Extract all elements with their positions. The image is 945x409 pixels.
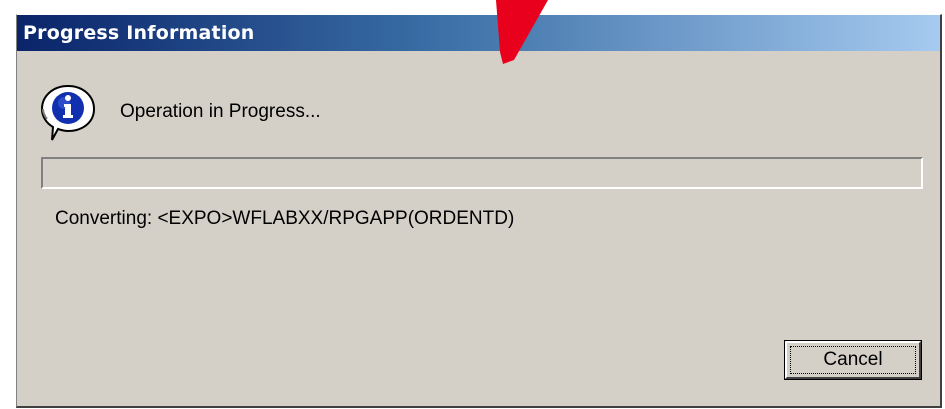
cancel-button-label: Cancel [823,349,883,370]
dialog-body: Operation in Progress... Converting: <EX… [17,51,940,406]
progress-dialog: Progress Information Operation in Progre… [16,14,942,408]
progress-bar [41,157,923,189]
operation-message: Operation in Progress... [120,101,321,122]
cancel-button[interactable]: Cancel [784,340,922,380]
dialog-title: Progress Information [23,22,255,44]
screenshot-stage: Progress Information Operation in Progre… [0,0,945,409]
converting-status: Converting: <EXPO>WFLABXX/RPGAPP(ORDENTD… [55,208,515,229]
title-bar[interactable]: Progress Information [17,15,940,51]
info-icon [40,84,96,141]
